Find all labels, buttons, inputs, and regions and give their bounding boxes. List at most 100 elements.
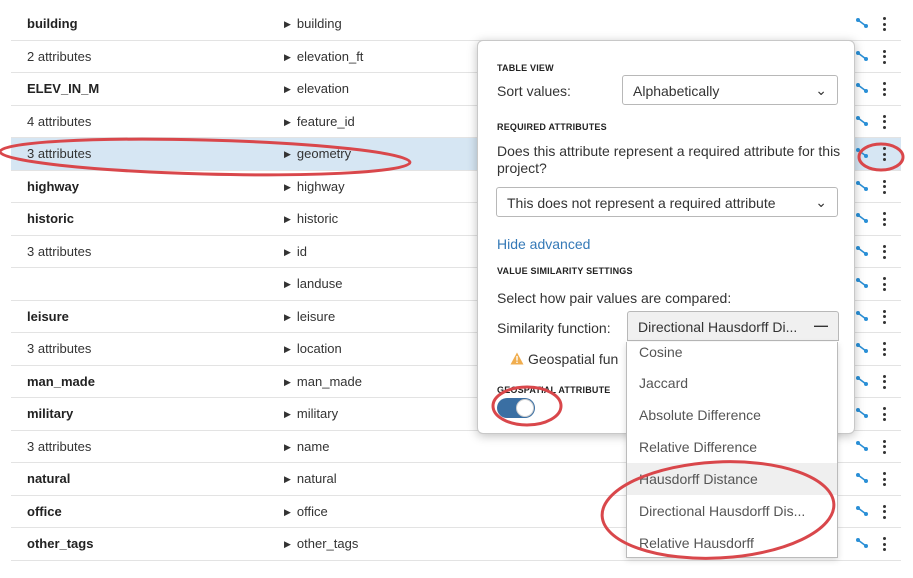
- row-attribute[interactable]: ▶ other_tags: [284, 536, 358, 551]
- caret-right-icon: ▶: [284, 84, 291, 94]
- kebab-menu-icon[interactable]: [877, 502, 891, 522]
- caret-right-icon: ▶: [284, 181, 291, 192]
- caret-right-icon: ▶: [284, 376, 291, 387]
- row-attribute[interactable]: ▶ natural: [284, 471, 337, 486]
- kebab-menu-icon[interactable]: [877, 469, 891, 489]
- caret-right-icon: ▶: [284, 344, 291, 354]
- link-icon[interactable]: [855, 536, 869, 550]
- link-icon[interactable]: [855, 211, 869, 225]
- dropdown-option[interactable]: Cosine: [627, 342, 837, 368]
- dropdown-option[interactable]: Directional Hausdorff Dis...: [627, 495, 837, 527]
- row-name: 3 attributes: [27, 438, 92, 454]
- caret-right-icon: ▶: [284, 246, 291, 257]
- kebab-menu-icon[interactable]: [877, 242, 891, 262]
- row-attribute-label: natural: [296, 471, 337, 486]
- link-icon[interactable]: [855, 374, 869, 388]
- caret-right-icon: ▶: [284, 539, 291, 549]
- row-attribute[interactable]: ▶ geometry: [284, 146, 351, 161]
- toggle-knob: [516, 399, 534, 417]
- kebab-menu-icon[interactable]: [877, 209, 891, 229]
- row-attribute[interactable]: ▶ location: [284, 341, 342, 356]
- kebab-menu-icon[interactable]: [877, 47, 891, 67]
- link-icon[interactable]: [855, 504, 869, 518]
- kebab-menu-icon[interactable]: [877, 144, 891, 164]
- row-attribute[interactable]: ▶ historic: [284, 211, 338, 226]
- similarity-function-value: Directional Hausdorff Di...: [638, 319, 798, 335]
- link-icon[interactable]: [855, 341, 869, 355]
- caret-right-icon: ▶: [284, 149, 291, 159]
- required-attribute-select[interactable]: This does not represent a required attri…: [496, 187, 838, 217]
- row-attribute[interactable]: ▶ highway: [284, 179, 345, 194]
- kebab-menu-icon[interactable]: [877, 307, 891, 327]
- row-attribute[interactable]: ▶ office: [284, 504, 328, 519]
- caret-right-icon: ▶: [284, 19, 291, 29]
- link-icon[interactable]: [855, 16, 869, 30]
- row-name: military: [27, 406, 74, 421]
- required-attribute-value: This does not represent a required attri…: [507, 195, 776, 211]
- link-icon[interactable]: [855, 471, 869, 485]
- row-name: 2 attributes: [27, 48, 92, 64]
- caret-right-icon: ▶: [284, 51, 291, 62]
- row-attribute[interactable]: ▶ id: [284, 244, 307, 259]
- kebab-menu-icon[interactable]: [877, 404, 891, 424]
- dropdown-option[interactable]: Jaccard: [627, 367, 837, 399]
- link-icon[interactable]: [855, 81, 869, 95]
- row-attribute[interactable]: ▶ name: [284, 439, 329, 454]
- link-icon[interactable]: [855, 179, 869, 193]
- row-name: building: [27, 16, 78, 31]
- hide-advanced-link[interactable]: Hide advanced: [497, 236, 590, 252]
- row-attribute[interactable]: ▶ feature_id: [284, 114, 355, 129]
- similarity-prompt: Select how pair values are compared:: [497, 290, 732, 306]
- link-icon[interactable]: [855, 49, 869, 63]
- row-attribute-label: office: [296, 503, 328, 519]
- row-attribute[interactable]: ▶ building: [284, 16, 342, 31]
- geospatial-attribute-toggle[interactable]: [497, 398, 535, 418]
- row-attribute[interactable]: ▶ elevation_ft: [284, 49, 363, 64]
- dropdown-option[interactable]: Hausdorff Distance: [627, 463, 837, 495]
- row-attribute-label: highway: [296, 178, 345, 194]
- link-icon[interactable]: [855, 406, 869, 420]
- caret-right-icon: ▶: [284, 279, 291, 289]
- row-name: 3 attributes: [27, 341, 92, 356]
- caret-right-icon: ▶: [284, 506, 291, 517]
- dropdown-option[interactable]: Relative Hausdorff: [627, 527, 837, 557]
- required-attribute-question: Does this attribute represent a required…: [497, 143, 841, 176]
- row-name: highway: [27, 178, 80, 194]
- row-attribute[interactable]: ▶ landuse: [284, 276, 342, 291]
- sort-values-value: Alphabetically: [633, 83, 720, 99]
- required-attributes-heading: REQUIRED ATTRIBUTES: [497, 122, 607, 132]
- row-attribute-label: name: [296, 438, 330, 454]
- kebab-menu-icon[interactable]: [877, 112, 891, 132]
- table-row[interactable]: building ▶ building: [11, 8, 901, 41]
- row-attribute[interactable]: ▶ leisure: [284, 309, 335, 324]
- row-attribute-label: id: [296, 243, 308, 259]
- geospatial-warning-text: Geospatial fun: [528, 351, 619, 367]
- link-icon[interactable]: [855, 439, 869, 453]
- row-attribute[interactable]: ▶ elevation: [284, 81, 349, 96]
- kebab-menu-icon[interactable]: [877, 372, 891, 392]
- kebab-menu-icon[interactable]: [877, 339, 891, 359]
- link-icon[interactable]: [855, 276, 869, 290]
- sort-values-label: Sort values:: [497, 83, 571, 99]
- similarity-function-select[interactable]: Directional Hausdorff Di... —: [627, 311, 839, 341]
- dropdown-option[interactable]: Absolute Difference: [627, 399, 837, 431]
- kebab-menu-icon[interactable]: [877, 534, 891, 554]
- kebab-menu-icon[interactable]: [877, 437, 891, 457]
- row-name: leisure: [27, 308, 69, 324]
- row-attribute[interactable]: ▶ military: [284, 406, 338, 421]
- sort-values-select[interactable]: Alphabetically ⌄: [622, 75, 838, 105]
- link-icon[interactable]: [855, 244, 869, 258]
- dropdown-option[interactable]: Relative Difference: [627, 431, 837, 463]
- kebab-menu-icon[interactable]: [877, 177, 891, 197]
- link-icon[interactable]: [855, 146, 869, 160]
- link-icon[interactable]: [855, 114, 869, 128]
- row-name: 3 attributes: [27, 146, 92, 161]
- kebab-menu-icon[interactable]: [877, 14, 891, 34]
- row-name: 4 attributes: [27, 113, 92, 129]
- row-name: other_tags: [27, 536, 94, 551]
- kebab-menu-icon[interactable]: [877, 79, 891, 99]
- chevron-down-icon: ⌄: [815, 194, 827, 210]
- link-icon[interactable]: [855, 309, 869, 323]
- row-attribute[interactable]: ▶ man_made: [284, 374, 362, 389]
- kebab-menu-icon[interactable]: [877, 274, 891, 294]
